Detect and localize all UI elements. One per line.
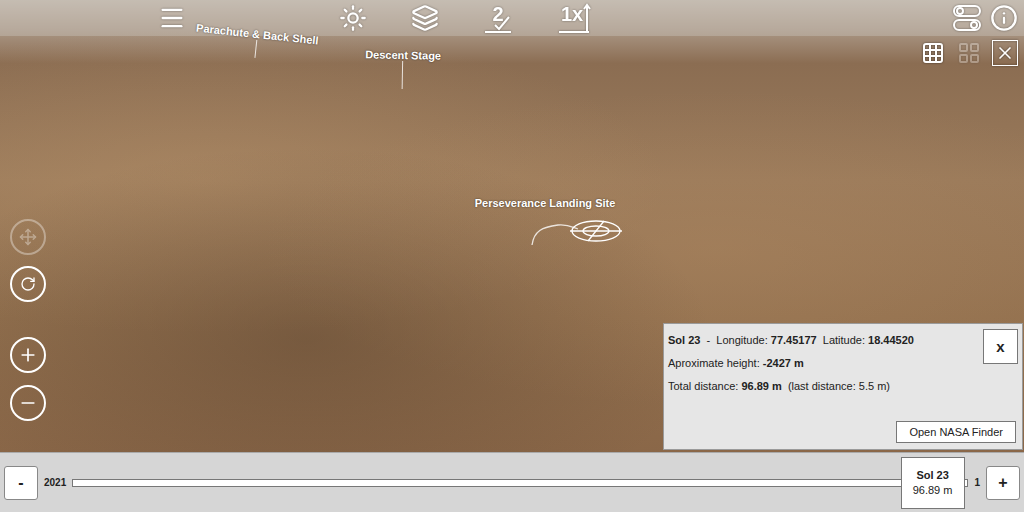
sun-icon[interactable] [339,4,367,32]
panels-icon [957,41,981,65]
map-tools [920,40,1018,66]
view-tools: 2 1x [339,3,587,33]
map-tool-button [956,40,982,66]
navigation-controls [10,219,46,421]
vertical-scale-icon [557,3,591,33]
coordinates-row: Sol 23 - Longitude: 77.45177 Latitude: 1… [668,334,914,346]
route-count-button[interactable]: 2 [483,3,513,33]
timeline-start-label: 2021 [42,477,68,488]
height-row: Aproximate height: -2427 m [668,357,914,369]
settings-button[interactable] [952,4,982,32]
open-nasa-finder-button[interactable]: Open NASA Finder [896,421,1016,443]
minus-icon [18,393,38,413]
plus-icon [18,345,38,365]
pan-button [10,219,46,255]
timeline-end-label: 1 [972,477,982,488]
close-view-icon [995,43,1015,63]
menu-icon[interactable] [158,4,186,32]
previous-sol-button[interactable]: - [4,466,38,500]
timeline-bar: -2021 Sol 2396.89 m 1 + [0,452,1024,512]
rotate-icon [20,276,36,292]
next-sol-button[interactable]: + [986,466,1020,500]
map-tool-button[interactable] [992,40,1018,66]
pin-line [254,40,257,58]
map-tool-button[interactable] [920,40,946,66]
landing-target-icon [460,209,630,245]
zoom-out-button[interactable] [10,385,46,421]
site-label: Perseverance Landing Site [475,197,616,209]
distance-row: Total distance: 96.89 m (last distance: … [668,380,914,392]
info-icon[interactable] [990,4,1018,32]
sol-info-panel: Sol 23 - Longitude: 77.45177 Latitude: 1… [663,323,1023,450]
menu-button[interactable] [4,4,339,32]
check-icon [483,3,513,33]
pin-label: Descent Stage [365,48,441,61]
map-pin[interactable]: Descent Stage [365,48,441,89]
slider-track [72,479,968,487]
settings-toggle-icon[interactable] [952,4,982,32]
layers-button[interactable] [411,4,439,32]
layers-icon[interactable] [411,4,439,32]
close-button[interactable]: x [983,329,1018,364]
timeline-slider[interactable]: Sol 2396.89 m [72,455,968,511]
height-scale-button[interactable]: 1x [557,3,587,33]
slider-thumb[interactable]: Sol 2396.89 m [901,457,965,509]
info-rows: Sol 23 - Longitude: 77.45177 Latitude: 1… [668,329,914,392]
landing-site[interactable]: Perseverance Landing Site [460,197,630,245]
info-button[interactable] [990,4,1018,32]
rotate-button[interactable] [10,266,46,302]
mars-terrain-view[interactable]: 21xParachute & Back ShellDescent StagePe… [0,0,1024,452]
pan-icon [19,228,37,246]
lighting-button[interactable] [339,4,367,32]
top-toolbar: 2 1x [0,0,1024,36]
grid-icon [921,41,945,65]
top-right-tools [952,4,1020,32]
app: 21xParachute & Back ShellDescent StagePe… [0,0,1024,512]
pin-line [402,61,403,89]
zoom-in-button[interactable] [10,337,46,373]
